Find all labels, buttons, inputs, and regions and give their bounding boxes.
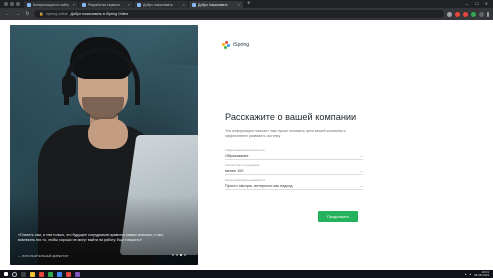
- extension-icon[interactable]: [463, 11, 468, 17]
- search-icon[interactable]: [12, 271, 17, 277]
- tab-label: Добро пожаловать: [143, 2, 173, 7]
- toolbar-extensions: [447, 11, 489, 17]
- hero-quote: «Платить там, и тем только, что будущее …: [18, 233, 164, 242]
- industry-select[interactable]: Сфера вашей деятельности Образование ⌄: [225, 148, 363, 160]
- url-page-title: Добро пожаловать в iSpring Online: [70, 12, 129, 16]
- browser-tab-1[interactable]: Консультация по сайту ×: [24, 1, 78, 8]
- browser-tab-3[interactable]: Добро пожаловать ×: [134, 1, 188, 8]
- tab-label: Разработка сервиса: [88, 2, 120, 7]
- app-icon[interactable]: [57, 271, 62, 277]
- favicon-icon: [27, 2, 31, 7]
- forward-icon[interactable]: →: [14, 11, 21, 17]
- app-icon[interactable]: [48, 271, 53, 277]
- close-window-icon[interactable]: ✕: [485, 1, 488, 6]
- extension-icon[interactable]: [471, 11, 476, 17]
- new-tab-icon[interactable]: +: [244, 1, 254, 8]
- star-icon[interactable]: [447, 11, 452, 17]
- windows-start-icon[interactable]: [4, 272, 8, 276]
- reload-icon[interactable]: ↻: [24, 11, 31, 17]
- browser-tab-2[interactable]: Разработка сервиса ×: [79, 1, 133, 8]
- field-value: менее 100: [225, 168, 244, 173]
- favicon-icon: [137, 2, 141, 7]
- browser-toolbar: ← → ↻ 🔒 ispring.online Добро пожаловать …: [0, 8, 493, 20]
- minimize-icon[interactable]: —: [465, 1, 469, 6]
- back-icon[interactable]: ←: [4, 11, 11, 17]
- chevron-down-icon: ⌄: [359, 168, 363, 173]
- task-view-icon[interactable]: [21, 271, 26, 277]
- page-description: Эта информация поможет нам лучше понимат…: [225, 129, 346, 138]
- ispring-logo-icon: [222, 41, 230, 49]
- favicon-icon: [192, 2, 196, 7]
- favicon-icon: [82, 2, 86, 7]
- address-bar[interactable]: 🔒 ispring.online Добро пожаловать в iSpr…: [34, 10, 444, 18]
- page-content: «Платить там, и тем только, что будущее …: [0, 20, 493, 270]
- url-host: ispring.online: [46, 12, 68, 16]
- explorer-icon[interactable]: [30, 271, 35, 277]
- logo-text: iSpring: [233, 42, 250, 48]
- hero-quote-author: — ИСПОЛНИТЕЛЬНЫЙ ДИРЕКТОР: [18, 254, 69, 258]
- network-icon[interactable]: ▴: [465, 272, 467, 276]
- lock-icon: 🔒: [39, 12, 44, 16]
- maximize-icon[interactable]: ☐: [475, 1, 479, 6]
- clock-date: 08.08.2019: [473, 273, 489, 277]
- volume-icon[interactable]: ◂: [469, 272, 471, 276]
- tab-label: Консультация по сайту: [33, 2, 69, 7]
- menu-icon[interactable]: [487, 11, 489, 17]
- hero-image: «Платить там, и тем только, что будущее …: [10, 25, 198, 265]
- page-title: Расскажите о вашей компании: [225, 112, 357, 122]
- employees-select[interactable]: Количество сотрудников менее 100 ⌄: [225, 163, 363, 175]
- chevron-down-icon: ⌄: [359, 183, 363, 188]
- profile-avatar[interactable]: [479, 11, 484, 17]
- field-value: Просто смотрю, интересно как подход: [225, 183, 293, 188]
- close-icon[interactable]: ×: [73, 2, 75, 7]
- system-tray: ▴ ◂ 10:01 08.08.2019: [465, 271, 489, 277]
- close-icon[interactable]: ×: [128, 2, 130, 7]
- app-icon[interactable]: [75, 271, 80, 277]
- extension-icon[interactable]: [455, 11, 460, 17]
- browser-tab-4[interactable]: Добро пожаловать ×: [189, 1, 243, 8]
- app-icon[interactable]: [66, 271, 71, 277]
- close-icon[interactable]: ×: [238, 2, 240, 7]
- os-taskbar: ▴ ◂ 10:01 08.08.2019: [0, 270, 493, 278]
- tab-label: Добро пожаловать: [198, 2, 228, 7]
- ispring-logo: iSpring: [222, 41, 249, 49]
- implementation-select[interactable]: Когда планируете внедрить? Просто смотрю…: [225, 178, 363, 190]
- close-icon[interactable]: ×: [183, 2, 185, 7]
- clock[interactable]: 10:01 08.08.2019: [474, 271, 489, 277]
- field-value: Образование: [225, 153, 249, 158]
- continue-button[interactable]: Продолжить: [318, 211, 358, 222]
- window-controls: — ☐ ✕: [460, 1, 493, 8]
- chrome-icon[interactable]: [39, 271, 44, 277]
- carousel-dots[interactable]: [172, 254, 186, 256]
- browser-tab-bar: Консультация по сайту × Разработка сервис…: [0, 0, 493, 8]
- chevron-down-icon: ⌄: [359, 153, 363, 158]
